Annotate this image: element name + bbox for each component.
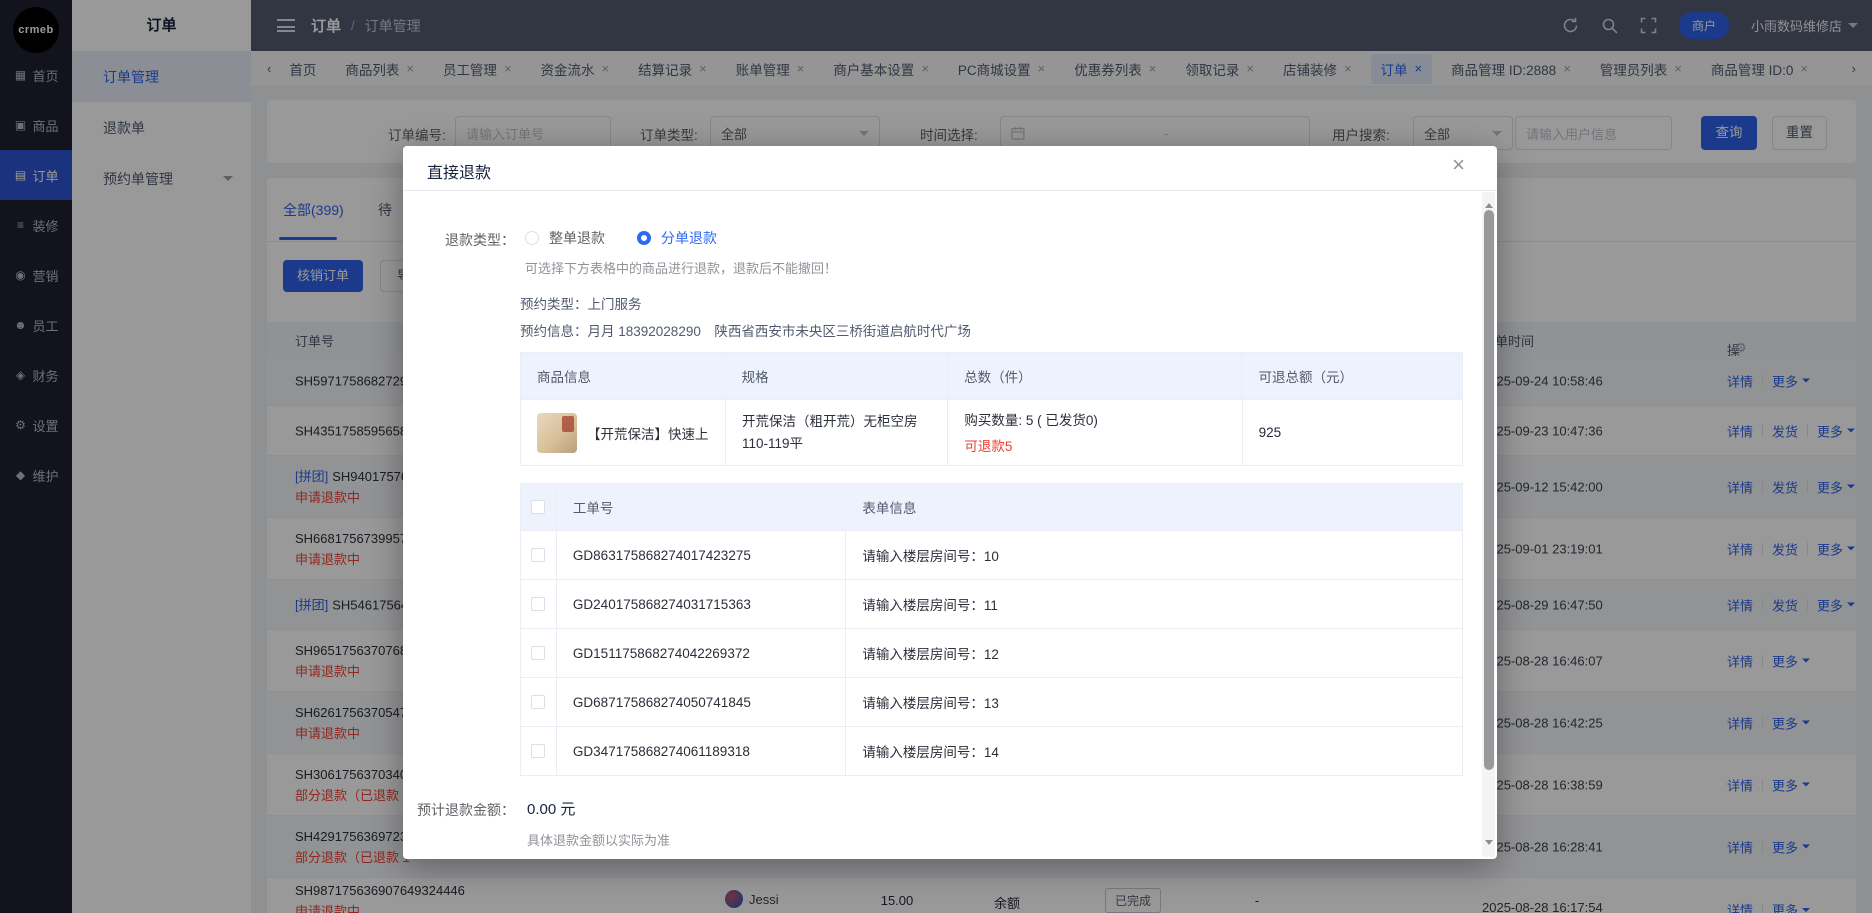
work-order-table: 工单号 表单信息 GD863175868274017423275 请输入楼层房间号… xyxy=(520,483,1463,776)
estimate-note: 具体退款金额以实际为准 xyxy=(527,833,671,848)
scrollbar-thumb[interactable] xyxy=(1483,210,1494,770)
scroll-down-icon[interactable] xyxy=(1482,840,1495,857)
work-order-row: GD347175868274061189318 请输入楼层房间号：14 xyxy=(521,726,1462,775)
refund-hint: 可选择下方表格中的商品进行退款，退款后不能撤回！ xyxy=(525,261,838,276)
refund-dialog: 直接退款 × 退款类型： 整单退款 分单退款 可选择下方表格中的商品进行退款，退… xyxy=(403,146,1497,859)
work-order-form-info: 请输入楼层房间号：12 xyxy=(862,647,999,662)
work-order-form-info: 请输入楼层房间号：13 xyxy=(862,696,999,711)
dialog-title: 直接退款 xyxy=(427,165,492,182)
dialog-scrollbar[interactable] xyxy=(1482,192,1495,857)
work-order-form-info: 请输入楼层房间号：14 xyxy=(862,745,999,760)
product-qty-cell: 购买数量: 5 ( 已发货0) 可退款5 xyxy=(948,400,1243,465)
reserve-type-line: 预约类型：上门服务 xyxy=(520,297,642,312)
scroll-up-icon[interactable] xyxy=(1482,192,1495,208)
refund-type-radio-group: 整单退款 分单退款 xyxy=(525,228,717,248)
refund-type-label: 退款类型： xyxy=(445,232,515,248)
row-checkbox[interactable] xyxy=(531,744,546,758)
estimate-value: 0.00 元 xyxy=(527,801,576,818)
row-checkbox[interactable] xyxy=(531,548,546,562)
refundable-amount: 925 xyxy=(1258,425,1282,440)
radio-whole-label[interactable]: 整单退款 xyxy=(549,228,605,248)
work-table-body: GD863175868274017423275 请输入楼层房间号：10 GD2401… xyxy=(521,530,1462,775)
work-order-form-info: 请输入楼层房间号：10 xyxy=(862,549,999,564)
work-order-row: GD687175868274050741845 请输入楼层房间号：13 xyxy=(521,677,1462,726)
work-order-form-info: 请输入楼层房间号：11 xyxy=(862,598,998,613)
select-all-checkbox[interactable] xyxy=(531,500,546,514)
goods-col-info: 商品信息 xyxy=(521,353,726,399)
work-order-row: GD863175868274017423275 请输入楼层房间号：10 xyxy=(521,530,1462,579)
work-order-no: GD151175868274042269372 xyxy=(572,645,750,661)
goods-table: 商品信息 规格 总数（件） 可退总额（元） 【开荒保洁】快速上... 开荒保洁（… xyxy=(520,352,1463,466)
goods-col-amount: 可退总额（元） xyxy=(1258,370,1353,385)
row-checkbox[interactable] xyxy=(531,646,546,660)
work-order-row: GD151175868274042269372 请输入楼层房间号：12 xyxy=(521,628,1462,677)
goods-col-qty: 总数（件） xyxy=(948,353,1243,399)
product-thumbnail xyxy=(537,412,577,453)
goods-table-header: 商品信息 规格 总数（件） 可退总额（元） xyxy=(521,353,1462,399)
work-col-form: 表单信息 xyxy=(862,501,917,516)
close-icon[interactable]: × xyxy=(1452,154,1465,176)
work-order-no: GD240175868274031715363 xyxy=(572,596,751,612)
work-order-row: GD240175868274031715363 请输入楼层房间号：11 xyxy=(521,579,1462,628)
refundable-qty: 可退款5 xyxy=(964,439,1013,454)
buy-qty: 购买数量: 5 ( 已发货0) xyxy=(964,413,1098,428)
radio-split-label[interactable]: 分单退款 xyxy=(661,228,717,248)
dialog-header-divider xyxy=(403,190,1497,191)
reserve-info-line: 预约信息：月月 18392028290 陕西省西安市未央区三桥街道启航时代广场 xyxy=(520,324,971,339)
product-spec: 开荒保洁（粗开荒）无柜空房110-119平 xyxy=(742,413,918,451)
row-checkbox[interactable] xyxy=(531,597,546,611)
work-order-no: GD863175868274017423275 xyxy=(572,547,751,563)
product-name: 【开荒保洁】快速上... xyxy=(587,426,709,442)
work-order-no: GD347175868274061189318 xyxy=(572,743,750,759)
row-checkbox[interactable] xyxy=(531,695,546,709)
app-root: crmeb ▦ 首页 ▣ 商品 ▤ 订单 ≡ 装修 ◉ 营销 ☻ 员工 ◈ 财务 ⚙ 设置 ◆ 维护 订单 订单管… xyxy=(0,0,1872,913)
estimate-label: 预计退款金额： xyxy=(417,802,515,818)
work-order-no: GD687175868274050741845 xyxy=(572,694,751,710)
radio-split-icon[interactable] xyxy=(637,231,651,245)
work-table-header: 工单号 表单信息 xyxy=(521,484,1462,530)
radio-whole-icon[interactable] xyxy=(525,231,539,245)
goods-row: 【开荒保洁】快速上... 开荒保洁（粗开荒）无柜空房110-119平 购买数量:… xyxy=(521,399,1462,465)
goods-col-spec: 规格 xyxy=(726,353,949,399)
work-col-no: 工单号 xyxy=(557,484,847,530)
